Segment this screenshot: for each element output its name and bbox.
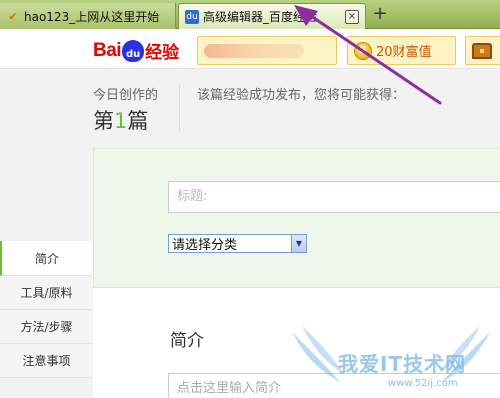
tab-hao123[interactable]: ✔ hao123_上网从这里开始 (0, 3, 176, 29)
today-prefix: 第 (93, 109, 114, 133)
nav-item-steps[interactable]: 方法/步骤 (0, 310, 93, 344)
new-tab-button[interactable]: + (370, 5, 390, 25)
category-value: 请选择分类 (172, 238, 238, 253)
nav-item-notes[interactable]: 注意事项 (0, 344, 93, 378)
today-number: 1 (114, 109, 128, 133)
hao123-icon: ✔ (8, 9, 18, 23)
treasure-chest-icon (472, 42, 492, 59)
section-nav: 简介 工具/原料 方法/步骤 注意事项 (0, 241, 93, 378)
today-created-label: 今日创作的 (93, 88, 159, 103)
baidu-paw-icon: du (122, 39, 145, 62)
browser-tab-bar: ✔ hao123_上网从这里开始 du 高级编辑器_百度经验 × + (0, 0, 500, 29)
tab-title: hao123_上网从这里开始 (24, 9, 160, 24)
today-suffix: 篇 (127, 109, 149, 133)
today-created-count: 第1篇 (93, 105, 148, 135)
reward-wealth-text: 20财富值 (376, 45, 432, 60)
intro-input[interactable]: 点击这里输入简介 (168, 373, 500, 398)
chevron-down-icon[interactable]: ▼ (291, 235, 306, 252)
title-input[interactable]: 标题: (168, 181, 500, 213)
divider (179, 84, 180, 132)
logo-jingyan: 经验 (145, 43, 180, 63)
tab-baidu-jingyan[interactable]: du 高级编辑器_百度经验 × (178, 3, 366, 29)
blurred-content (204, 43, 304, 58)
reward-chest-badge (465, 36, 500, 65)
reward-wealth-badge: S 20财富值 (347, 36, 456, 65)
logo-bai: Bai (93, 39, 122, 61)
title-panel (93, 148, 500, 288)
nav-item-intro[interactable]: 简介 (0, 241, 93, 276)
reward-badge-blurred (197, 36, 337, 65)
nav-item-tools[interactable]: 工具/原料 (0, 276, 93, 310)
tab-title: 高级编辑器_百度经验 (203, 10, 318, 24)
category-select[interactable]: 请选择分类 ▼ (168, 234, 307, 253)
baidu-paw-icon: du (185, 9, 199, 24)
intro-heading: 简介 (170, 331, 204, 351)
coin-icon: S (354, 41, 372, 60)
baidu-jingyan-logo[interactable]: Bai du 经验 (93, 38, 179, 63)
stats-bar: 今日创作的 第1篇 该篇经验成功发布，您将可能获得： (0, 70, 500, 142)
reward-label: 该篇经验成功发布，您将可能获得： (197, 88, 406, 103)
close-tab-icon[interactable]: × (345, 9, 359, 24)
